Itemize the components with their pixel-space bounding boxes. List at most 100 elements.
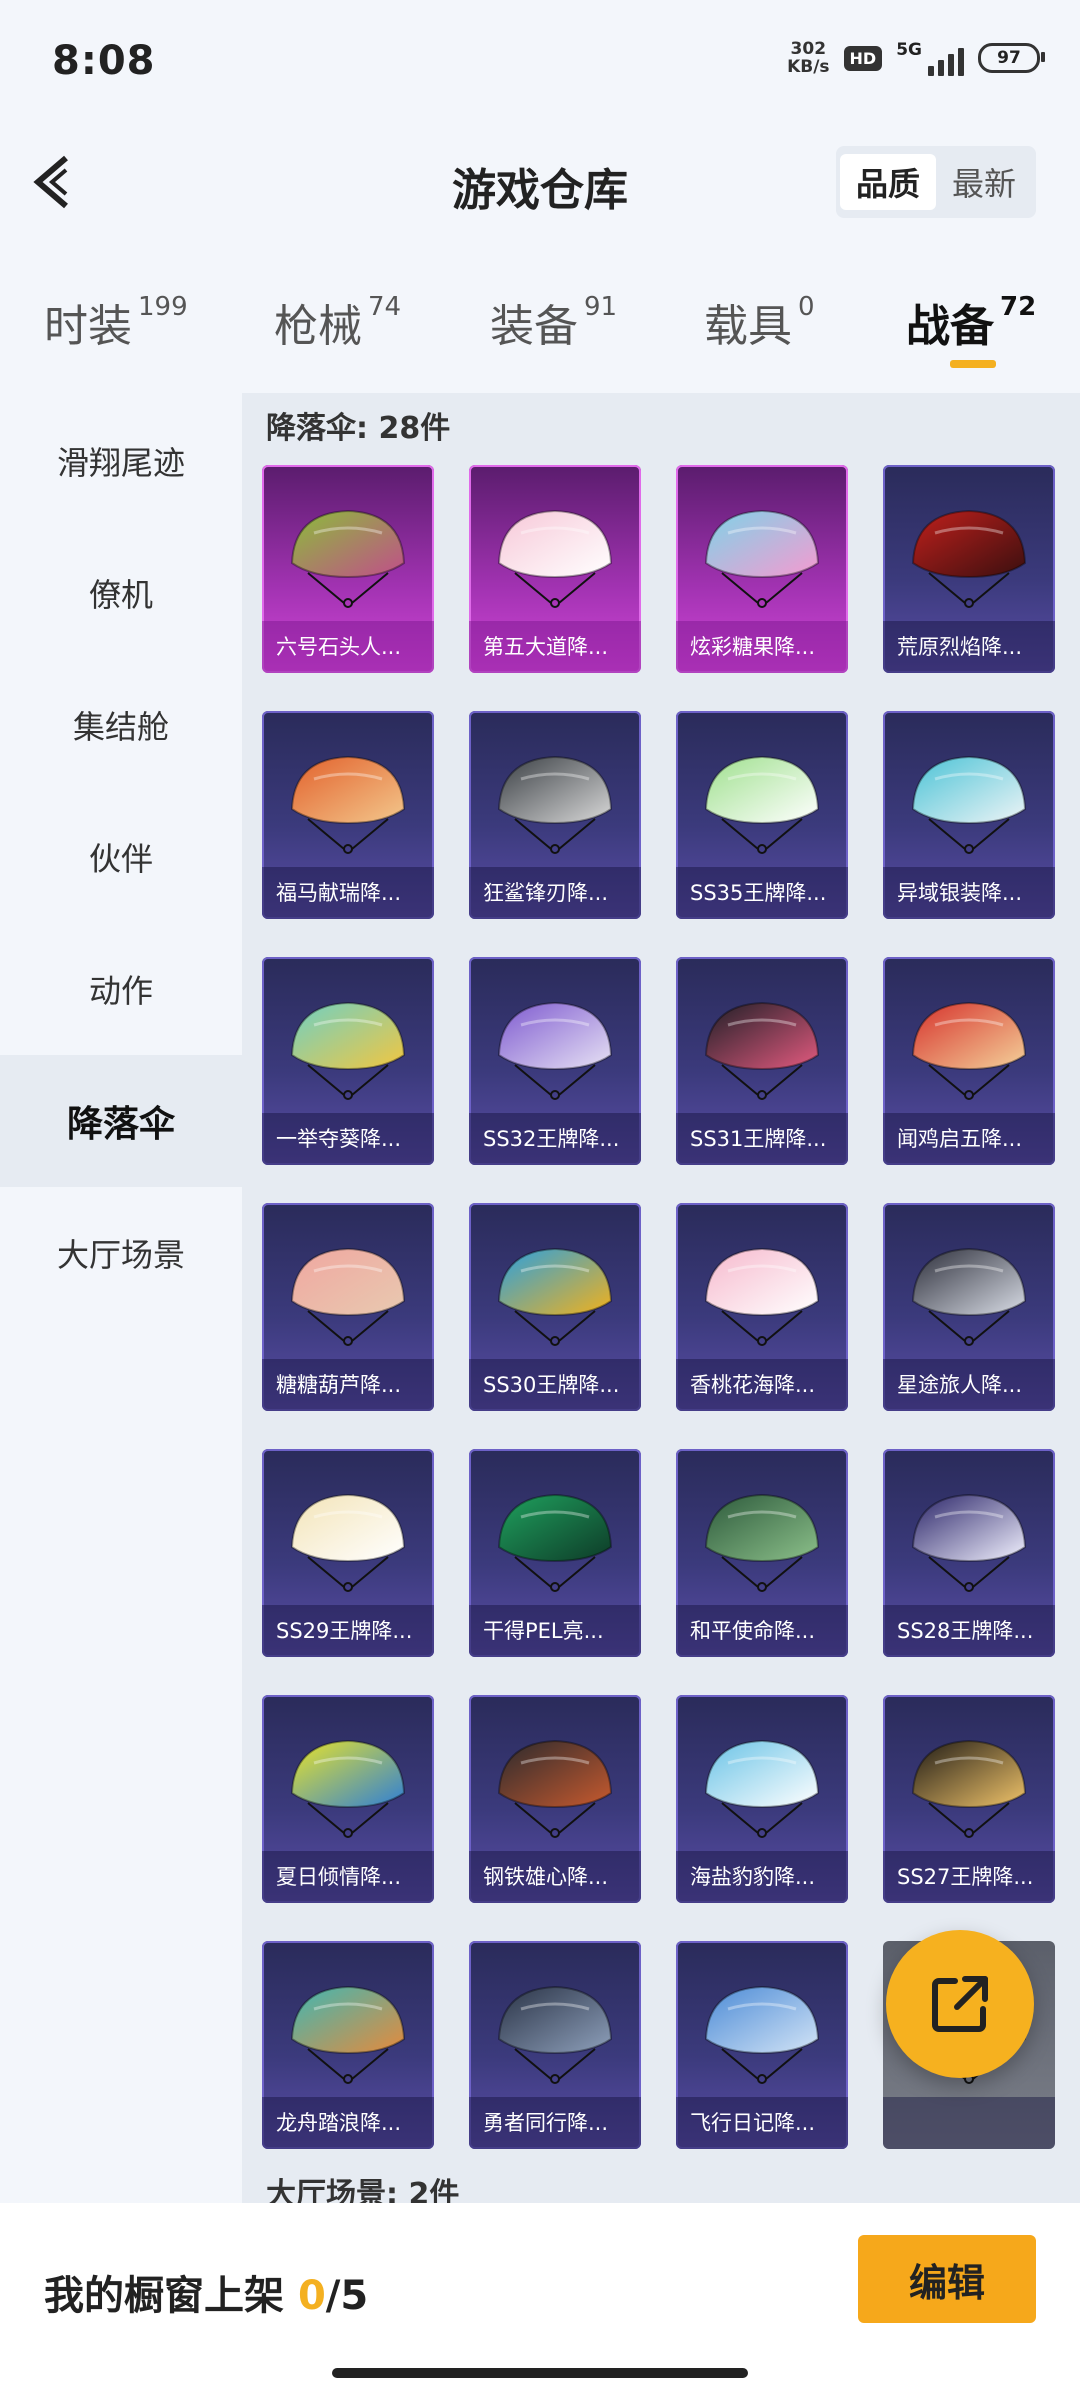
share-external-icon — [932, 1976, 988, 2032]
parachute-card[interactable]: 龙舟踏浪降... — [262, 1941, 434, 2149]
parachute-card[interactable]: SS32王牌降... — [469, 957, 641, 1165]
parachute-name: SS31王牌降... — [676, 1113, 848, 1165]
parachute-card[interactable]: SS31王牌降... — [676, 957, 848, 1165]
parachute-name: 夏日倾情降... — [262, 1851, 434, 1903]
nav-item-emote[interactable]: 动作 — [0, 923, 242, 1055]
parachute-name: 一举夺葵降... — [262, 1113, 434, 1165]
parachute-image — [290, 1985, 406, 2084]
parachute-name: 六号石头人... — [262, 621, 434, 673]
parachute-card[interactable]: 钢铁雄心降... — [469, 1695, 641, 1903]
parachute-name: SS30王牌降... — [469, 1359, 641, 1411]
parachute-name: SS27王牌降... — [883, 1851, 1055, 1903]
sort-quality-button[interactable]: 品质 — [839, 154, 936, 210]
parachute-image — [704, 1493, 820, 1592]
hd-icon: HD — [843, 45, 883, 71]
nav-item-companion[interactable]: 伙伴 — [0, 791, 242, 923]
tab-equipment[interactable]: 装备 91 — [490, 290, 617, 354]
parachute-image — [290, 1001, 406, 1100]
parachute-card[interactable]: SS35王牌降... — [676, 711, 848, 919]
status-bar: 8:08 302 KB/s HD 5G 97 — [0, 0, 1080, 120]
parachute-name: SS35王牌降... — [676, 867, 848, 919]
parachute-card[interactable]: 一举夺葵降... — [262, 957, 434, 1165]
parachute-card[interactable]: 第五大道降... — [469, 465, 641, 673]
tab-combat-gear[interactable]: 战备 72 — [906, 290, 1036, 354]
item-grid: 六号石头人... 第五大道降... 炫彩糖果降... 荒原烈焰降... 福马献瑞降...… — [262, 465, 1062, 2149]
parachute-image — [704, 755, 820, 854]
status-icons: 302 KB/s HD 5G 97 — [787, 39, 1045, 77]
parachute-card[interactable]: 狂鲨锋刃降... — [469, 711, 641, 919]
parachute-name: SS29王牌降... — [262, 1605, 434, 1657]
showcase-count: 0 — [297, 2273, 326, 2319]
section-title-lobby: 大厅场景: 2件 — [266, 2177, 460, 2203]
parachute-image — [911, 1493, 1027, 1592]
share-button[interactable] — [886, 1930, 1034, 2078]
parachute-card[interactable]: SS29王牌降... — [262, 1449, 434, 1657]
parachute-name: 异域银装降... — [883, 867, 1055, 919]
parachute-image — [290, 755, 406, 854]
parachute-image — [497, 1985, 613, 2084]
network-speed: 302 KB/s — [787, 39, 830, 77]
nav-item-wingman[interactable]: 僚机 — [0, 527, 242, 659]
parachute-name: 海盐豹豹降... — [676, 1851, 848, 1903]
clock: 8:08 — [52, 38, 156, 84]
parachute-image — [497, 755, 613, 854]
parachute-name: 勇者同行降... — [469, 2097, 641, 2149]
parachute-image — [497, 1001, 613, 1100]
parachute-card[interactable]: SS30王牌降... — [469, 1203, 641, 1411]
parachute-image — [911, 509, 1027, 608]
parachute-card[interactable]: 海盐豹豹降... — [676, 1695, 848, 1903]
parachute-card[interactable]: 炫彩糖果降... — [676, 465, 848, 673]
parachute-card[interactable]: 荒原烈焰降... — [883, 465, 1055, 673]
parachute-card[interactable]: 和平使命降... — [676, 1449, 848, 1657]
parachute-card[interactable]: 夏日倾情降... — [262, 1695, 434, 1903]
tab-weapons[interactable]: 枪械 74 — [274, 290, 401, 354]
parachute-name: 香桃花海降... — [676, 1359, 848, 1411]
parachute-name: SS32王牌降... — [469, 1113, 641, 1165]
parachute-name: 福马献瑞降... — [262, 867, 434, 919]
nav-item-capsule[interactable]: 集结舱 — [0, 659, 242, 791]
sort-toggle: 品质 最新 — [835, 146, 1036, 218]
showcase-status: 我的橱窗上架 0/5 — [44, 2273, 369, 2319]
parachute-image — [497, 1493, 613, 1592]
parachute-card[interactable]: 飞行日记降... — [676, 1941, 848, 2149]
parachute-card[interactable]: 香桃花海降... — [676, 1203, 848, 1411]
parachute-card[interactable]: 闻鸡启五降... — [883, 957, 1055, 1165]
battery-icon: 97 — [978, 43, 1045, 73]
parachute-image — [704, 1739, 820, 1838]
nav-item-glide-trail[interactable]: 滑翔尾迹 — [0, 395, 242, 527]
parachute-image — [704, 1247, 820, 1346]
parachute-image — [911, 1247, 1027, 1346]
parachute-name: 闻鸡启五降... — [883, 1113, 1055, 1165]
parachute-card[interactable]: SS28王牌降... — [883, 1449, 1055, 1657]
edit-button[interactable]: 编辑 — [858, 2235, 1036, 2323]
parachute-name: 星途旅人降... — [883, 1359, 1055, 1411]
parachute-name: 钢铁雄心降... — [469, 1851, 641, 1903]
parachute-image — [704, 1985, 820, 2084]
parachute-card[interactable]: 干得PEL亮... — [469, 1449, 641, 1657]
sort-latest-button[interactable]: 最新 — [936, 154, 1032, 210]
nav-item-lobby-scene[interactable]: 大厅场景 — [0, 1187, 242, 1319]
parachute-image — [290, 509, 406, 608]
parachute-card[interactable]: 六号石头人... — [262, 465, 434, 673]
header: 游戏仓库 品质 最新 — [0, 130, 1080, 230]
section-title-parachute: 降落伞: 28件 — [266, 411, 451, 446]
parachute-image — [497, 1739, 613, 1838]
tab-vehicles[interactable]: 载具 0 — [704, 290, 815, 354]
parachute-image — [704, 509, 820, 608]
parachute-image — [497, 509, 613, 608]
nav-item-parachute[interactable]: 降落伞 — [0, 1055, 242, 1187]
parachute-image — [290, 1493, 406, 1592]
parachute-card[interactable]: 勇者同行降... — [469, 1941, 641, 2149]
parachute-card[interactable]: 福马献瑞降... — [262, 711, 434, 919]
parachute-card[interactable]: SS27王牌降... — [883, 1695, 1055, 1903]
parachute-name: 炫彩糖果降... — [676, 621, 848, 673]
parachute-name: 飞行日记降... — [676, 2097, 848, 2149]
parachute-card[interactable]: 糖糖葫芦降... — [262, 1203, 434, 1411]
parachute-card[interactable]: 星途旅人降... — [883, 1203, 1055, 1411]
subcategory-nav: 滑翔尾迹 僚机 集结舱 伙伴 动作 降落伞 大厅场景 — [0, 395, 242, 1319]
active-tab-indicator — [950, 360, 996, 368]
tab-fashion[interactable]: 时装 199 — [44, 290, 188, 354]
parachute-image — [911, 1739, 1027, 1838]
home-indicator[interactable] — [332, 2368, 748, 2378]
parachute-card[interactable]: 异域银装降... — [883, 711, 1055, 919]
